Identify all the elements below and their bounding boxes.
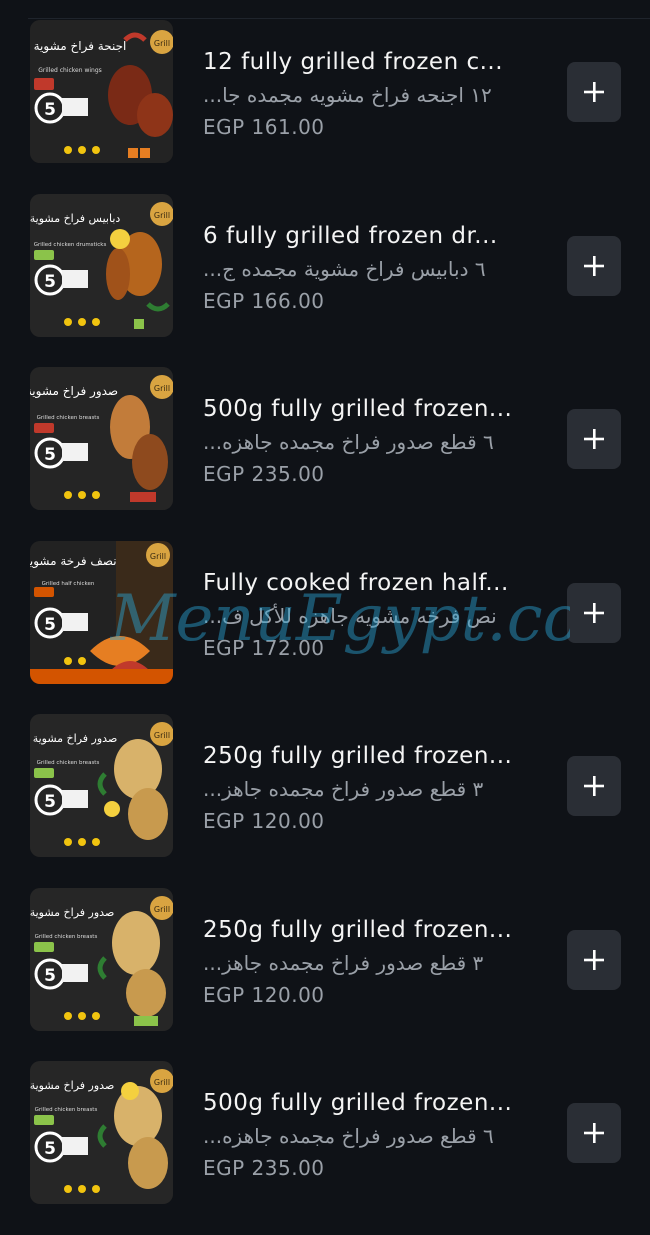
item-price: EGP 235.00 bbox=[203, 462, 325, 486]
item-text: 12 fully grilled frozen c... ١٢ اجنحه فر… bbox=[203, 46, 538, 142]
product-image[interactable]: Grill نصف فرخة مشوية Grilled half chicke… bbox=[30, 540, 173, 684]
plus-icon bbox=[584, 82, 604, 102]
svg-text:Grill: Grill bbox=[154, 384, 170, 393]
item-subtitle: ٦ قطع صدور فراخ مجمده جاهزه... bbox=[203, 430, 494, 454]
item-text: 250g fully grilled frozen... ٣ قطع صدور … bbox=[203, 914, 538, 1010]
plus-icon bbox=[584, 949, 604, 970]
svg-text:صدور فراخ مشوية: صدور فراخ مشوية bbox=[30, 906, 114, 919]
svg-text:صدور فراخ مشوية: صدور فراخ مشوية bbox=[30, 384, 118, 399]
add-to-cart-button[interactable] bbox=[567, 1103, 621, 1163]
menu-item[interactable]: Grill نصف فرخة مشوية Grilled half chicke… bbox=[0, 540, 650, 715]
item-title: 500g fully grilled frozen... bbox=[203, 1090, 513, 1116]
menu-item[interactable]: Grill دبابيس فراخ مشوية Grilled chicken … bbox=[0, 193, 650, 368]
svg-text:صدور فراخ مشوية: صدور فراخ مشوية bbox=[30, 1079, 114, 1092]
menu-item[interactable]: Grill صدور فراخ مشوية Grilled chicken br… bbox=[0, 367, 650, 541]
svg-text:Grill: Grill bbox=[154, 211, 170, 220]
svg-text:Grilled chicken breasts: Grilled chicken breasts bbox=[37, 760, 100, 766]
product-image[interactable]: Grill صدور فراخ مشوية Grilled chicken br… bbox=[30, 367, 173, 510]
item-title: 6 fully grilled frozen dr... bbox=[203, 222, 498, 249]
svg-text:Grilled chicken wings: Grilled chicken wings bbox=[38, 67, 102, 74]
item-price: EGP 120.00 bbox=[203, 809, 325, 833]
svg-text:Grilled chicken drumsticks: Grilled chicken drumsticks bbox=[34, 242, 107, 248]
item-subtitle: ٦ دبابيس فراخ مشوية مجمده ج... bbox=[203, 256, 486, 281]
svg-text:Grill: Grill bbox=[154, 39, 170, 48]
item-price: EGP 172.00 bbox=[203, 635, 325, 660]
menu-item[interactable]: Grill صدور فراخ مشوية Grilled chicken br… bbox=[0, 1061, 650, 1235]
svg-text:Grill: Grill bbox=[150, 552, 166, 561]
item-subtitle: ٣ قطع صدور فراخ مجمده جاهز... bbox=[203, 777, 484, 801]
svg-text:دبابيس فراخ مشوية: دبابيس فراخ مشوية bbox=[30, 212, 120, 225]
item-title: 12 fully grilled frozen c... bbox=[203, 49, 504, 75]
add-to-cart-button[interactable] bbox=[567, 582, 621, 643]
plus-icon bbox=[584, 1123, 604, 1143]
item-price: EGP 161.00 bbox=[203, 115, 325, 139]
item-text: 6 fully grilled frozen dr... ٦ دبابيس فر… bbox=[203, 220, 538, 316]
product-image[interactable]: Grill دبابيس فراخ مشوية Grilled chicken … bbox=[30, 193, 173, 337]
item-title: 500g fully grilled frozen... bbox=[203, 396, 513, 422]
item-title: Fully cooked frozen half... bbox=[203, 569, 509, 596]
svg-text:5: 5 bbox=[44, 615, 56, 635]
svg-text:صدور فراخ مشوية: صدور فراخ مشوية bbox=[33, 732, 118, 745]
svg-text:Grill: Grill bbox=[154, 905, 170, 914]
product-image[interactable]: Grill صدور فراخ مشوية Grilled chicken br… bbox=[30, 714, 173, 857]
product-image[interactable]: Grill صدور فراخ مشوية Grilled chicken br… bbox=[30, 1061, 173, 1204]
svg-text:5: 5 bbox=[44, 100, 56, 120]
plus-icon bbox=[584, 255, 604, 276]
item-text: 250g fully grilled frozen... ٣ قطع صدور … bbox=[203, 740, 538, 836]
product-image[interactable]: Grill اجنحة فراخ مشوية Grilled chicken w… bbox=[30, 20, 173, 163]
svg-text:Grilled half chicken: Grilled half chicken bbox=[42, 581, 95, 587]
top-divider bbox=[28, 18, 650, 19]
svg-text:Grilled chicken breasts: Grilled chicken breasts bbox=[37, 415, 100, 421]
svg-text:5: 5 bbox=[44, 1139, 56, 1159]
add-to-cart-button[interactable] bbox=[567, 929, 621, 990]
svg-text:Grilled chicken breasts: Grilled chicken breasts bbox=[35, 1107, 98, 1113]
add-to-cart-button[interactable] bbox=[567, 235, 621, 296]
svg-text:اجنحة فراخ مشوية: اجنحة فراخ مشوية bbox=[34, 39, 127, 54]
item-price: EGP 166.00 bbox=[203, 288, 325, 313]
item-title: 250g fully grilled frozen... bbox=[203, 743, 513, 769]
item-price: EGP 120.00 bbox=[203, 982, 325, 1007]
add-to-cart-button[interactable] bbox=[567, 756, 621, 816]
menu-item[interactable]: Grill صدور فراخ مشوية Grilled chicken br… bbox=[0, 714, 650, 888]
plus-icon bbox=[584, 776, 604, 796]
item-text: 500g fully grilled frozen... ٦ قطع صدور … bbox=[203, 1087, 538, 1183]
svg-text:Grill: Grill bbox=[154, 731, 170, 740]
item-text: Fully cooked frozen half... نص فرخه مشوي… bbox=[203, 567, 538, 663]
item-title: 250g fully grilled frozen... bbox=[203, 916, 513, 943]
plus-icon bbox=[584, 602, 604, 623]
menu-item[interactable]: Grill اجنحة فراخ مشوية Grilled chicken w… bbox=[0, 20, 650, 194]
svg-text:5: 5 bbox=[44, 792, 56, 812]
item-subtitle: ٣ قطع صدور فراخ مجمده جاهز... bbox=[203, 950, 484, 975]
svg-text:5: 5 bbox=[44, 272, 56, 292]
add-to-cart-button[interactable] bbox=[567, 62, 621, 122]
svg-text:Grill: Grill bbox=[154, 1078, 170, 1087]
item-subtitle: نص فرخه مشويه جاهزه للأكل ف... bbox=[203, 603, 497, 628]
item-text: 500g fully grilled frozen... ٦ قطع صدور … bbox=[203, 393, 538, 489]
menu-item[interactable]: Grill صدور فراخ مشوية Grilled chicken br… bbox=[0, 887, 650, 1062]
menu-list: Grill اجنحة فراخ مشوية Grilled chicken w… bbox=[0, 20, 650, 1235]
item-price: EGP 235.00 bbox=[203, 1156, 325, 1180]
item-subtitle: ٦ قطع صدور فراخ مجمده جاهزه... bbox=[203, 1124, 494, 1148]
item-subtitle: ١٢ اجنحه فراخ مشويه مجمده جا... bbox=[203, 83, 492, 107]
plus-icon bbox=[584, 429, 604, 449]
add-to-cart-button[interactable] bbox=[567, 409, 621, 469]
svg-text:نصف فرخة مشوية: نصف فرخة مشوية bbox=[30, 554, 117, 569]
svg-text:5: 5 bbox=[44, 966, 56, 986]
svg-text:Grilled chicken breasts: Grilled chicken breasts bbox=[35, 934, 98, 940]
product-image[interactable]: Grill صدور فراخ مشوية Grilled chicken br… bbox=[30, 887, 173, 1031]
svg-text:5: 5 bbox=[44, 445, 56, 465]
